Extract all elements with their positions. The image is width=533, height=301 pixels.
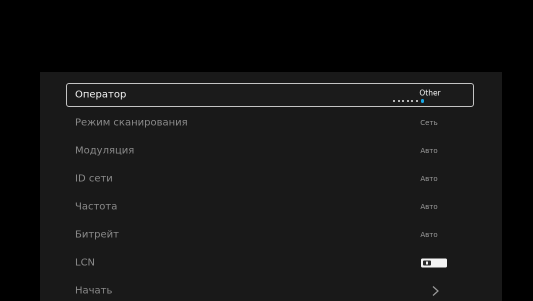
pager-dot — [402, 100, 405, 102]
operator-pager-dots — [393, 99, 433, 104]
modulation-value: Авто — [420, 147, 438, 155]
lcn-toggle-icon[interactable] — [421, 258, 447, 268]
scan-mode-value: Сеть — [420, 119, 438, 127]
channel-scan-settings-panel: Оператор Other Режим сканирования Сеть М… — [40, 72, 502, 301]
pager-dot — [416, 100, 418, 102]
row-start[interactable]: Начать — [66, 279, 474, 301]
pager-dot — [393, 100, 395, 102]
pager-dot — [397, 100, 400, 102]
scan-mode-label: Режим сканирования — [75, 117, 188, 129]
bitrate-value: Авто — [420, 231, 438, 239]
pager-dot — [411, 100, 414, 102]
pager-dot-active — [420, 99, 424, 103]
lcn-label: LCN — [75, 257, 96, 269]
row-modulation[interactable]: Модуляция Авто — [66, 139, 474, 163]
operator-label: Оператор — [75, 89, 127, 101]
row-frequency[interactable]: Частота Авто — [66, 195, 474, 219]
start-label: Начать — [75, 285, 113, 297]
bitrate-label: Битрейт — [75, 229, 120, 241]
row-lcn[interactable]: LCN — [66, 251, 474, 275]
network-id-value: Авто — [420, 175, 438, 183]
pager-dot — [406, 100, 409, 102]
tv-screen: Оператор Other Режим сканирования Сеть М… — [0, 0, 533, 301]
row-bitrate[interactable]: Битрейт Авто — [66, 223, 474, 247]
row-network-id[interactable]: ID сети Авто — [66, 167, 474, 191]
network-id-label: ID сети — [75, 173, 113, 185]
modulation-label: Модуляция — [75, 145, 135, 157]
frequency-value: Авто — [420, 203, 438, 211]
row-scan-mode[interactable]: Режим сканирования Сеть — [66, 111, 474, 135]
chevron-right-icon[interactable] — [432, 286, 439, 297]
lcn-toggle-knob — [423, 260, 431, 266]
operator-value: Other — [419, 88, 441, 98]
frequency-label: Частота — [75, 201, 118, 213]
row-operator[interactable]: Оператор Other — [66, 83, 474, 107]
